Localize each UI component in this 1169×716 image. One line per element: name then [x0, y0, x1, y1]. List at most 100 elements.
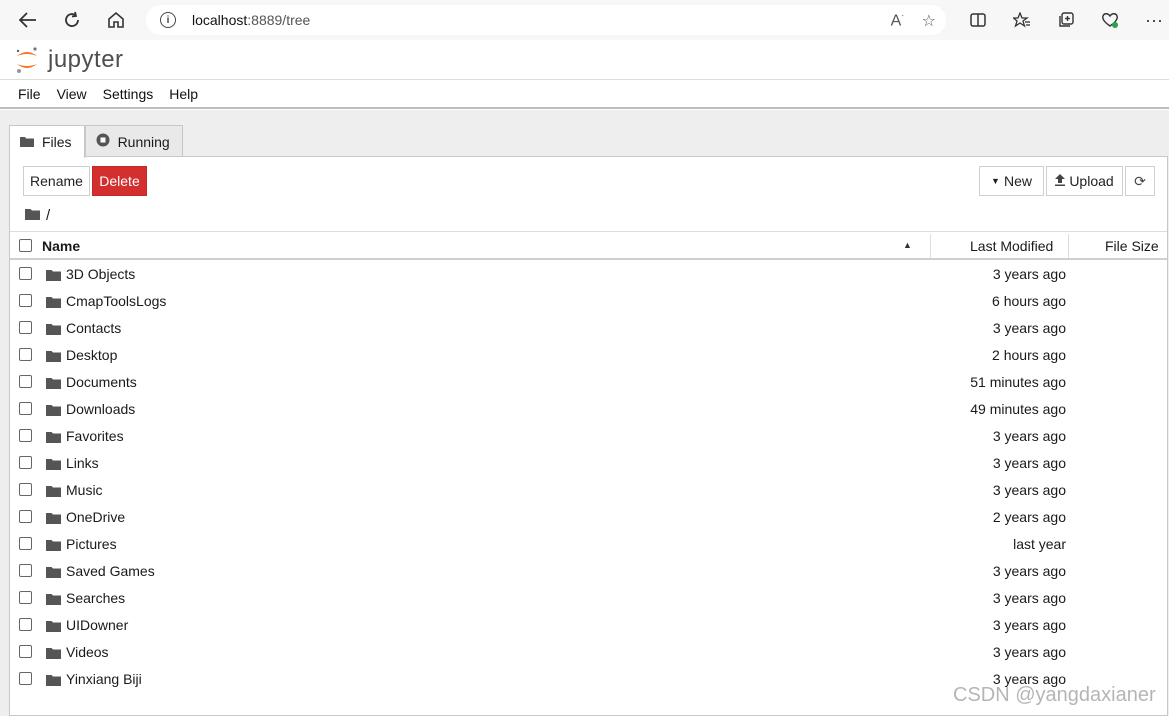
- split-screen-icon[interactable]: [962, 4, 994, 36]
- list-item[interactable]: Videos 3 years ago: [10, 638, 1167, 665]
- item-modified: 3 years ago: [992, 563, 1066, 579]
- list-item[interactable]: Music 3 years ago: [10, 476, 1167, 503]
- item-name[interactable]: Contacts: [66, 320, 121, 336]
- collections-icon[interactable]: [1050, 4, 1082, 36]
- column-divider[interactable]: [1068, 234, 1069, 258]
- item-name[interactable]: Favorites: [66, 428, 124, 444]
- breadcrumb-root[interactable]: /: [46, 207, 50, 224]
- list-item[interactable]: OneDrive 2 years ago: [10, 503, 1167, 530]
- url-path: :8889/tree: [247, 12, 311, 28]
- item-name[interactable]: Saved Games: [66, 563, 155, 579]
- upload-button[interactable]: Upload: [1046, 166, 1123, 196]
- home-icon[interactable]: [100, 4, 132, 36]
- list-item[interactable]: Searches 3 years ago: [10, 584, 1167, 611]
- list-item[interactable]: UIDowner 3 years ago: [10, 611, 1167, 638]
- tab-running[interactable]: Running: [84, 125, 183, 157]
- row-checkbox[interactable]: [19, 375, 32, 388]
- item-modified: 3 years ago: [992, 266, 1066, 282]
- item-name[interactable]: Videos: [66, 644, 109, 660]
- list-item[interactable]: Downloads 49 minutes ago: [10, 395, 1167, 422]
- list-item[interactable]: 3D Objects 3 years ago: [10, 260, 1167, 287]
- item-name[interactable]: UIDowner: [66, 617, 128, 633]
- item-name[interactable]: 3D Objects: [66, 266, 135, 282]
- list-item[interactable]: Documents 51 minutes ago: [10, 368, 1167, 395]
- item-modified: 3 years ago: [992, 617, 1066, 633]
- row-checkbox[interactable]: [19, 348, 32, 361]
- folder-icon: [46, 673, 61, 689]
- sort-ascending-icon[interactable]: ▲: [903, 240, 912, 250]
- row-checkbox[interactable]: [19, 294, 32, 307]
- item-name[interactable]: Links: [66, 455, 99, 471]
- column-divider[interactable]: [930, 234, 931, 258]
- list-item[interactable]: Favorites 3 years ago: [10, 422, 1167, 449]
- new-button[interactable]: ▼ New: [979, 166, 1044, 196]
- list-item[interactable]: Desktop 2 hours ago: [10, 341, 1167, 368]
- favorite-star-icon[interactable]: ☆: [922, 11, 936, 31]
- item-modified: 6 hours ago: [992, 293, 1066, 309]
- list-item[interactable]: Saved Games 3 years ago: [10, 557, 1167, 584]
- refresh-icon[interactable]: [56, 4, 88, 36]
- folder-icon: [46, 538, 61, 554]
- row-checkbox[interactable]: [19, 267, 32, 280]
- item-name[interactable]: Documents: [66, 374, 137, 390]
- row-checkbox[interactable]: [19, 645, 32, 658]
- browser-essentials-icon[interactable]: [1094, 4, 1126, 36]
- menu-help[interactable]: Help: [161, 86, 206, 102]
- row-checkbox[interactable]: [19, 402, 32, 415]
- list-item[interactable]: CmapToolsLogs 6 hours ago: [10, 287, 1167, 314]
- refresh-icon: ⟳: [1134, 172, 1146, 189]
- watermark: CSDN @yangdaxianer: [953, 684, 1156, 706]
- read-aloud-icon[interactable]: Aᐧ: [891, 11, 904, 31]
- rename-button[interactable]: Rename: [23, 166, 90, 196]
- jupyter-logo-icon: [16, 47, 37, 73]
- row-checkbox[interactable]: [19, 510, 32, 523]
- item-name[interactable]: Searches: [66, 590, 125, 606]
- address-bar[interactable]: i localhost:8889/tree Aᐧ ☆: [146, 5, 946, 35]
- list-item[interactable]: Pictures last year: [10, 530, 1167, 557]
- jupyter-logo[interactable]: jupyter: [14, 45, 124, 75]
- menu-settings[interactable]: Settings: [95, 86, 162, 102]
- info-icon[interactable]: i: [160, 12, 176, 28]
- upload-button-label: Upload: [1069, 173, 1114, 189]
- tab-files[interactable]: Files: [9, 125, 85, 158]
- back-icon[interactable]: [12, 4, 44, 36]
- list-item[interactable]: Contacts 3 years ago: [10, 314, 1167, 341]
- item-name[interactable]: CmapToolsLogs: [66, 293, 166, 309]
- list-item[interactable]: Links 3 years ago: [10, 449, 1167, 476]
- row-checkbox[interactable]: [19, 618, 32, 631]
- item-name[interactable]: Desktop: [66, 347, 117, 363]
- jupyter-header: jupyter: [0, 40, 1169, 80]
- item-name[interactable]: Music: [66, 482, 103, 498]
- row-checkbox[interactable]: [19, 321, 32, 334]
- row-checkbox[interactable]: [19, 564, 32, 577]
- folder-icon[interactable]: [25, 207, 40, 224]
- delete-button[interactable]: Delete: [92, 166, 147, 196]
- upload-icon: [1055, 173, 1066, 189]
- item-name[interactable]: Pictures: [66, 536, 117, 552]
- item-name[interactable]: Yinxiang Biji: [66, 671, 142, 687]
- row-checkbox[interactable]: [19, 537, 32, 550]
- file-list: 3D Objects 3 years ago CmapToolsLogs 6 hour…: [10, 260, 1167, 692]
- column-name[interactable]: Name: [42, 238, 80, 254]
- menu-view[interactable]: View: [49, 86, 95, 102]
- row-checkbox[interactable]: [19, 429, 32, 442]
- row-checkbox[interactable]: [19, 483, 32, 496]
- item-name[interactable]: OneDrive: [66, 509, 125, 525]
- folder-icon: [46, 403, 61, 419]
- row-checkbox[interactable]: [19, 456, 32, 469]
- item-modified: 51 minutes ago: [970, 374, 1066, 390]
- select-all-checkbox[interactable]: [19, 239, 32, 252]
- column-file-size[interactable]: File Size: [1105, 238, 1159, 254]
- tab-bar: Files Running: [9, 125, 183, 158]
- more-icon[interactable]: ···: [1138, 4, 1169, 36]
- item-name[interactable]: Downloads: [66, 401, 135, 417]
- column-last-modified[interactable]: Last Modified: [970, 238, 1053, 254]
- folder-icon: [46, 430, 61, 446]
- favorites-icon[interactable]: [1006, 4, 1038, 36]
- row-checkbox[interactable]: [19, 672, 32, 685]
- refresh-button[interactable]: ⟳: [1125, 166, 1155, 196]
- menu-file[interactable]: File: [10, 86, 49, 102]
- row-checkbox[interactable]: [19, 591, 32, 604]
- item-modified: 3 years ago: [992, 428, 1066, 444]
- tab-running-label: Running: [117, 133, 170, 150]
